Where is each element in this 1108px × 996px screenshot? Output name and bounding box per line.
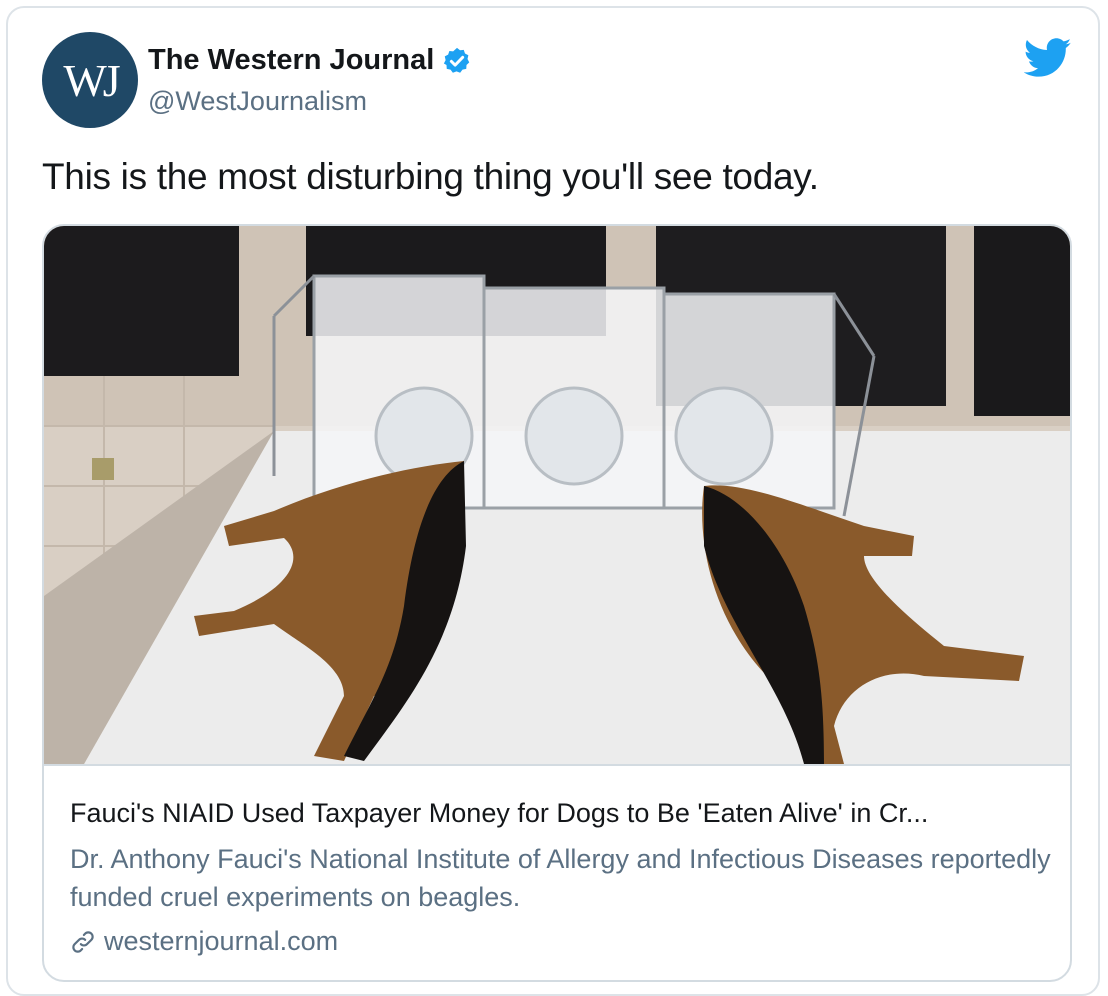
verified-badge-icon <box>444 47 470 73</box>
twitter-bird-icon[interactable] <box>1024 38 1072 78</box>
display-name[interactable]: The Western Journal <box>148 44 434 77</box>
avatar[interactable]: WJ <box>42 32 138 128</box>
card-domain[interactable]: westernjournal.com <box>104 926 338 957</box>
tweet-card[interactable]: WJ The Western Journal @WestJournalism T… <box>6 6 1100 996</box>
tweet-text: This is the most disturbing thing you'll… <box>42 156 819 197</box>
author-handle[interactable]: @WestJournalism <box>148 86 367 117</box>
author-name-row: The Western Journal <box>148 44 472 77</box>
card-description: Dr. Anthony Fauci's National Institute o… <box>70 844 1051 912</box>
card-title[interactable]: Fauci's NIAID Used Taxpayer Money for Do… <box>70 798 928 829</box>
card-divider <box>44 764 1070 766</box>
link-icon <box>72 930 94 953</box>
card-image[interactable] <box>44 226 1070 764</box>
link-preview-card[interactable]: Fauci's NIAID Used Taxpayer Money for Do… <box>42 224 1072 982</box>
card-domain-link[interactable]: westernjournal.com <box>70 926 338 957</box>
